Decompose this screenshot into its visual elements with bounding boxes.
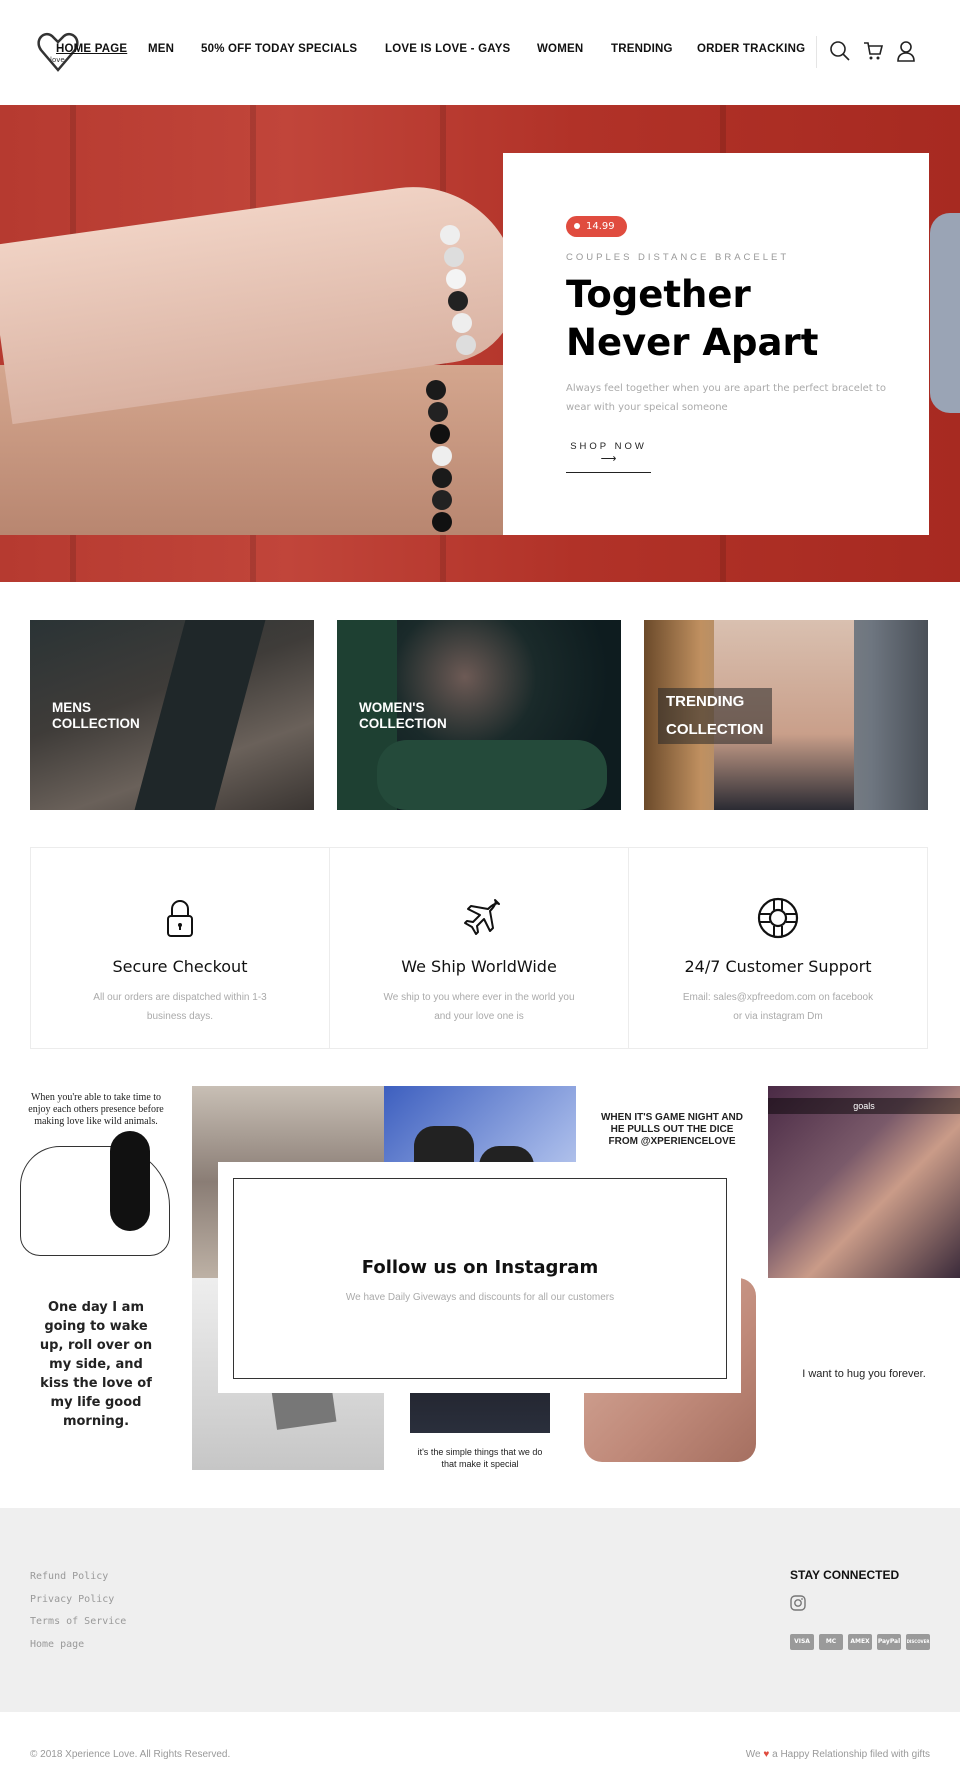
instagram-follow-box: Follow us on Instagram We have Daily Giv… [218, 1162, 741, 1393]
instagram-post[interactable]: goals [768, 1086, 960, 1278]
bottom-bar: © 2018 Xperience Love. All Rights Reserv… [0, 1712, 960, 1787]
nav-home-page[interactable]: HOME PAGE [56, 43, 127, 55]
search-icon[interactable] [829, 40, 851, 62]
footer-link-terms[interactable]: Terms of Service [30, 1616, 126, 1627]
paypal-icon: PayPal [877, 1634, 901, 1650]
shop-now-button[interactable]: SHOP NOW ⟶ [566, 435, 651, 473]
price-badge: 14.99 [566, 216, 627, 237]
amex-icon: AMEX [848, 1634, 872, 1650]
feature-description: We ship to you where ever in the world y… [383, 992, 575, 1022]
instagram-follow-frame: Follow us on Instagram We have Daily Giv… [233, 1178, 727, 1379]
footer-link-privacy-policy[interactable]: Privacy Policy [30, 1594, 114, 1605]
divider [816, 36, 817, 68]
lifebuoy-icon [757, 897, 799, 939]
hero-description: Always feel together when you are apart … [566, 383, 886, 413]
stay-connected-heading: STAY CONNECTED [790, 1568, 900, 1582]
hero-title-line: Never Apart [566, 321, 819, 364]
instagram-icon[interactable] [790, 1595, 806, 1611]
feature-title: 24/7 Customer Support [684, 957, 872, 976]
nav-trending[interactable]: TRENDING [611, 43, 673, 55]
feature-ship-worldwide: We Ship WorldWide We ship to you where e… [330, 848, 629, 1048]
hero-title: Together Never Apart [566, 271, 818, 367]
discover-icon: DISCOVER [906, 1634, 930, 1650]
tagline: We ♥ a Happy Relationship filed with gif… [745, 1749, 930, 1760]
footer-link-refund-policy[interactable]: Refund Policy [30, 1571, 108, 1582]
site-header: love HOME PAGE MEN 50% OFF TODAY SPECIAL… [0, 0, 960, 105]
footer: Refund Policy Privacy Policy Terms of Se… [0, 1508, 960, 1712]
copyright: © 2018 Xperience Love. All Rights Reserv… [30, 1749, 231, 1760]
hero-card: 14.99 COUPLES DISTANCE BRACELET Together… [503, 153, 929, 535]
feature-description: Email: sales@xpfreedom.com on facebook o… [682, 992, 874, 1022]
account-icon[interactable] [895, 40, 917, 62]
cart-icon[interactable] [862, 40, 884, 62]
heart-icon: ♥ [763, 1749, 770, 1760]
hero-kicker: COUPLES DISTANCE BRACELET [566, 252, 790, 263]
features-section: Secure Checkout All our orders are dispa… [30, 847, 928, 1049]
lock-icon [167, 900, 193, 937]
shop-now-label: SHOP NOW [570, 441, 647, 452]
nav-men[interactable]: MEN [148, 43, 174, 55]
collection-womens[interactable]: WOMEN'S COLLECTION [337, 620, 621, 810]
logo-text: love [50, 56, 65, 64]
collection-label: WOMEN'S COLLECTION [359, 700, 447, 731]
nav-love-is-love[interactable]: LOVE IS LOVE - GAYS [385, 43, 510, 55]
instagram-title: Follow us on Instagram [361, 1257, 599, 1278]
hero-image-sleeve [930, 213, 960, 413]
collection-trending[interactable]: TRENDING COLLECTION [644, 620, 928, 810]
feature-secure-checkout: Secure Checkout All our orders are dispa… [31, 848, 330, 1048]
arrow-right-icon: ⟶ [600, 453, 617, 465]
mastercard-icon: MC [819, 1634, 843, 1650]
instagram-post[interactable]: I want to hug you forever. [768, 1278, 960, 1470]
hero-title-line: Together [566, 273, 751, 316]
collection-mens[interactable]: MENS COLLECTION [30, 620, 314, 810]
collection-label: TRENDING COLLECTION [658, 688, 772, 744]
collection-label: MENS COLLECTION [52, 700, 140, 731]
airplane-icon [464, 899, 500, 935]
instagram-post[interactable]: One day I am going to wake up, roll over… [0, 1278, 192, 1470]
footer-link-home[interactable]: Home page [30, 1639, 84, 1650]
hero-image-sleeve [0, 405, 220, 585]
nav-order-tracking[interactable]: ORDER TRACKING [697, 43, 805, 55]
instagram-post[interactable]: When you're able to take time to enjoy e… [0, 1086, 192, 1278]
feature-title: Secure Checkout [112, 957, 248, 976]
feature-customer-support: 24/7 Customer Support Email: sales@xpfre… [629, 848, 927, 1048]
nav-specials[interactable]: 50% OFF TODAY SPECIALS [201, 43, 357, 55]
feature-description: All our orders are dispatched within 1-3… [93, 992, 267, 1022]
instagram-subtitle: We have Daily Giveways and discounts for… [345, 1292, 615, 1303]
nav-women[interactable]: WOMEN [537, 43, 583, 55]
visa-icon: VISA [790, 1634, 814, 1650]
feature-title: We Ship WorldWide [401, 957, 557, 976]
